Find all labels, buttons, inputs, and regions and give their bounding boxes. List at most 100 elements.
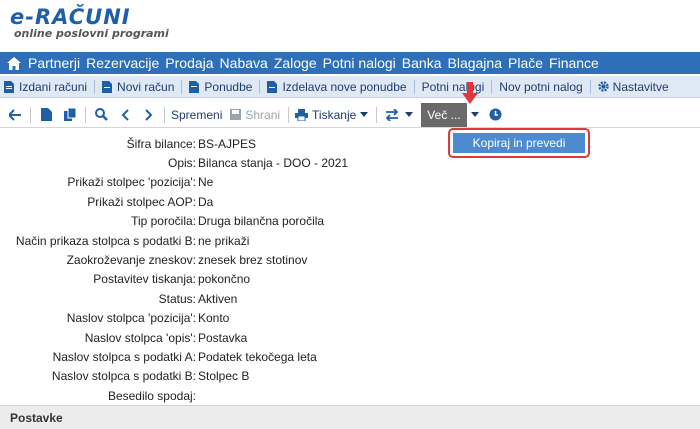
field-value: Da xyxy=(198,194,214,209)
chevron-right-icon[interactable] xyxy=(140,106,158,124)
logo-tagline: online poslovni programi xyxy=(14,27,169,40)
form-row: Opis: Bilanca stanja - DOO - 2021 xyxy=(0,153,700,172)
nav-place[interactable]: Plače xyxy=(508,55,543,71)
subnav-nov-potni-nalog[interactable]: Nov potni nalog xyxy=(499,80,582,94)
form-row: Način prikaza stolpca s podatki B: ne pri… xyxy=(0,231,700,250)
app-logo[interactable]: e-RAČUNI online poslovni programi xyxy=(10,6,169,46)
form-row: Šifra bilance: BS-AJPES xyxy=(0,134,700,153)
form-row: Prikaži stolpec AOP: Da xyxy=(0,192,700,211)
field-value: Stolpec B xyxy=(198,369,250,384)
field-label: Naslov stolpca s podatki A: xyxy=(52,349,196,364)
field-label: Tip poročila: xyxy=(131,214,196,229)
separator xyxy=(164,106,165,123)
nav-finance[interactable]: Finance xyxy=(549,55,599,71)
nav-prodaja[interactable]: Prodaja xyxy=(165,55,213,71)
exchange-icon[interactable] xyxy=(383,106,401,124)
chevron-down-icon[interactable] xyxy=(360,112,369,117)
field-value: ne prikaži xyxy=(198,233,250,248)
separator xyxy=(259,79,261,94)
subnav-label: Izdani računi xyxy=(19,79,88,94)
red-arrow-annotation xyxy=(462,82,478,104)
form-row: Status: Aktiven xyxy=(0,289,700,308)
field-label: Status: xyxy=(158,291,196,306)
separator xyxy=(491,79,493,94)
subnav-ponudbe[interactable]: Ponudbe xyxy=(189,80,252,94)
field-label: Naslov stolpca s podatki B: xyxy=(51,369,196,384)
main-nav: Partnerji Rezervacije Prodaja Nabava Zal… xyxy=(0,52,700,74)
field-label: Zaokroževanje zneskov: xyxy=(66,253,196,268)
nav-zaloge[interactable]: Zaloge xyxy=(274,55,317,71)
field-value: znesek brez stotinov xyxy=(198,253,308,268)
separator xyxy=(288,106,290,123)
separator xyxy=(85,106,86,123)
printer-icon xyxy=(295,108,309,121)
field-value: pokončno xyxy=(198,272,251,287)
separator xyxy=(181,79,183,94)
nav-blagajna[interactable]: Blagajna xyxy=(448,55,503,71)
new-document-icon[interactable] xyxy=(37,106,55,124)
subnav-label: Nastavitve xyxy=(612,79,669,94)
chevron-left-icon[interactable] xyxy=(116,106,134,124)
field-label: Prikaži stolpec AOP: xyxy=(87,194,196,209)
field-label: Besedilo spodaj: xyxy=(107,388,196,403)
form-row: Naslov stolpca s podatki B: Stolpec B xyxy=(0,367,700,386)
sub-nav: Izdani računi Novi račun Ponudbe Izdelav… xyxy=(0,76,700,98)
form-row: Zaokroževanje zneskov: znesek brez stotin… xyxy=(0,250,700,269)
form-row: Naslov stolpca 'opis': Postavka xyxy=(0,328,700,347)
save-label: Shrani xyxy=(245,107,281,122)
separator xyxy=(413,79,415,94)
copy-icon[interactable] xyxy=(61,106,79,124)
nav-banka[interactable]: Banka xyxy=(402,55,442,71)
save-button[interactable]: Shrani xyxy=(230,108,280,122)
subnav-izdelava-nove-ponudbe[interactable]: Izdelava nove ponudbe xyxy=(267,79,407,94)
field-label: Naslov stolpca 'opis': xyxy=(84,330,196,345)
form-row: Tip poročila: Druga bilančna poročila xyxy=(0,212,700,231)
subnav-label: Ponudbe xyxy=(204,79,253,94)
document-icon xyxy=(189,80,200,93)
subnav-label: Nov potni nalog xyxy=(499,79,583,94)
field-value: Druga bilančna poročila xyxy=(198,214,325,229)
field-label: Naslov stolpca 'pozicija': xyxy=(66,311,196,326)
search-icon[interactable] xyxy=(92,106,110,124)
field-label: Šifra bilance: xyxy=(126,136,196,151)
field-value: Aktiven xyxy=(198,291,238,306)
print-label: Tiskanje xyxy=(312,107,357,122)
nav-nabava[interactable]: Nabava xyxy=(220,55,268,71)
section-header-postavke[interactable]: Postavke xyxy=(0,405,700,429)
nav-rezervacije[interactable]: Rezervacije xyxy=(86,55,159,71)
field-value: Postavka xyxy=(198,330,248,345)
nav-potni-nalogi[interactable]: Potni nalogi xyxy=(323,55,396,71)
history-clock-icon[interactable] xyxy=(487,106,505,124)
form-row: Naslov stolpca s podatki A: Podatek tekoč… xyxy=(0,347,700,366)
more-button[interactable]: Več ... xyxy=(421,102,467,127)
subnav-novi-racun[interactable]: Novi račun xyxy=(102,80,174,94)
back-arrow-icon[interactable] xyxy=(6,106,24,124)
record-toolbar: Spremeni Shrani Tiskanje Več ... xyxy=(0,102,700,128)
field-value: Podatek tekočega leta xyxy=(198,349,317,364)
subnav-nastavitve[interactable]: Nastavitve xyxy=(597,79,669,94)
chevron-down-icon[interactable] xyxy=(405,112,414,117)
menu-item-copy-and-translate[interactable]: Kopiraj in prevedi xyxy=(453,133,585,153)
field-value: Ne xyxy=(198,175,214,190)
document-icon xyxy=(4,80,14,93)
new-document-icon xyxy=(102,80,113,93)
field-value: Bilanca stanja - DOO - 2021 xyxy=(198,156,349,171)
chevron-down-icon[interactable] xyxy=(470,112,479,117)
logo-brand: e-RAČUNI xyxy=(10,5,131,29)
nav-partnerji[interactable]: Partnerji xyxy=(28,55,80,71)
form-row: Naslov stolpca 'pozicija': Konto xyxy=(0,309,700,328)
print-button[interactable]: Tiskanje xyxy=(295,108,356,122)
edit-button[interactable]: Spremeni xyxy=(171,108,222,122)
form-row: Postavitev tiskanja: pokončno xyxy=(0,270,700,289)
gear-icon xyxy=(597,80,609,93)
more-dropdown-menu: Kopiraj in prevedi xyxy=(448,128,590,158)
separator xyxy=(94,79,96,94)
record-details: Šifra bilance: BS-AJPES Opis: Bilanca stan… xyxy=(0,134,700,405)
subnav-izdani-racuni[interactable]: Izdani računi xyxy=(4,80,87,94)
field-value: BS-AJPES xyxy=(198,136,257,151)
subnav-label: Izdelava nove ponudbe xyxy=(282,79,407,94)
subnav-label: Novi račun xyxy=(117,79,175,94)
home-icon[interactable] xyxy=(6,55,22,71)
field-label: Način prikaza stolpca s podatki B: xyxy=(15,233,196,248)
field-label: Postavitev tiskanja: xyxy=(93,272,196,287)
